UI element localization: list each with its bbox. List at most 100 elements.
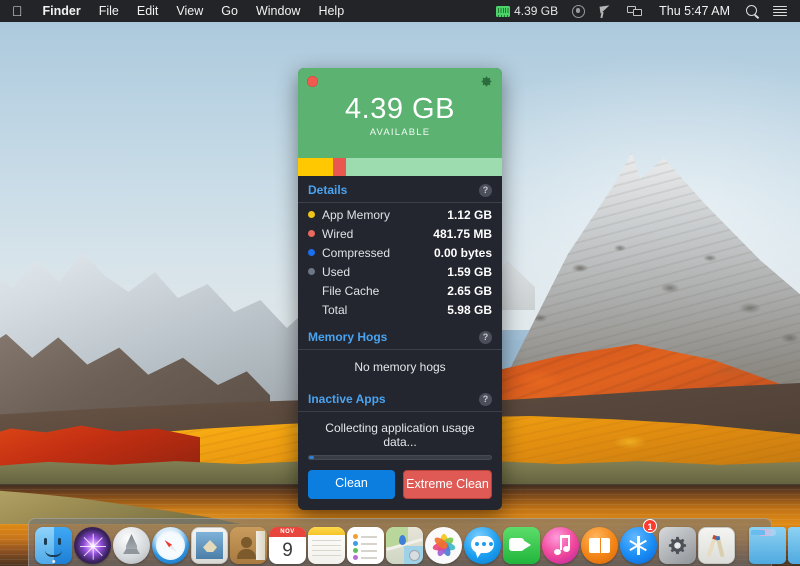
details-section-header: Details ? xyxy=(298,176,502,203)
menu-bar-app-menus:  Finder File Edit View Go Window Help xyxy=(0,0,353,22)
dock-item-app-store[interactable]: 1 xyxy=(620,519,657,564)
menu-item-window[interactable]: Window xyxy=(247,0,309,22)
spacer-dot xyxy=(308,287,315,294)
row-value: 481.75 MB xyxy=(433,226,492,241)
siri-icon xyxy=(74,527,111,564)
contacts-icon xyxy=(230,527,267,564)
clean-button[interactable]: Clean xyxy=(308,470,395,499)
row-label: Compressed xyxy=(322,245,391,260)
menu-item-file[interactable]: File xyxy=(90,0,128,22)
running-indicator xyxy=(51,559,56,563)
menu-item-view[interactable]: View xyxy=(167,0,212,22)
ram-chip-icon xyxy=(496,5,511,17)
compressed-dot xyxy=(308,249,315,256)
spotlight-button[interactable] xyxy=(739,0,766,22)
dock-item-preview[interactable] xyxy=(698,520,735,564)
progress-fill xyxy=(309,456,315,459)
used-dot xyxy=(308,268,315,275)
dock-item-safari[interactable] xyxy=(152,520,189,564)
row-value: 0.00 bytes xyxy=(433,245,492,260)
menu-bar-status-items: 4.39 GB Thu 5:47 AM xyxy=(489,0,800,22)
memory-hogs-title: Memory Hogs xyxy=(308,330,388,344)
apple-menu-icon[interactable]:  xyxy=(0,0,34,22)
dock-item-facetime[interactable] xyxy=(503,520,540,564)
memory-bar-segment-app xyxy=(298,158,333,176)
downloads-folder-icon xyxy=(788,527,800,564)
row-label: Used xyxy=(322,264,351,279)
app-store-badge: 1 xyxy=(643,519,657,533)
calendar-month: NOV xyxy=(269,527,306,537)
dock-item-contacts[interactable] xyxy=(230,520,267,564)
memory-cleaner-panel: 4.39 GB AVAILABLE Details ? App Memory 1… xyxy=(298,68,502,510)
preview-icon xyxy=(698,527,735,564)
close-button[interactable] xyxy=(307,76,318,87)
menu-item-edit[interactable]: Edit xyxy=(128,0,168,22)
optical-disc-icon xyxy=(572,4,586,18)
dock-item-downloads-folder[interactable] xyxy=(788,520,800,564)
inactive-apps-title: Inactive Apps xyxy=(308,392,386,406)
available-memory-caption: AVAILABLE xyxy=(369,127,431,139)
menu-bar-clock[interactable]: Thu 5:47 AM xyxy=(650,0,739,22)
menu-bar:  Finder File Edit View Go Window Help 4… xyxy=(0,0,800,22)
launchpad-icon xyxy=(113,527,150,564)
table-row: Used 1.59 GB xyxy=(298,262,502,281)
status-item-screen-sharing[interactable] xyxy=(620,0,650,22)
dock-item-ibooks[interactable] xyxy=(581,520,618,564)
dock-item-mail[interactable] xyxy=(191,520,228,564)
dock-item-messages[interactable] xyxy=(464,520,501,564)
menu-item-go[interactable]: Go xyxy=(212,0,247,22)
inactive-apps-section-header: Inactive Apps ? xyxy=(298,385,502,412)
dock-item-maps[interactable] xyxy=(386,520,423,564)
dock-item-launchpad[interactable] xyxy=(113,520,150,564)
calendar-icon: NOV 9 xyxy=(269,527,306,564)
row-value: 5.98 GB xyxy=(447,302,492,317)
wired-dot xyxy=(308,230,315,237)
dock-item-system-preferences[interactable] xyxy=(659,520,696,564)
memory-bar-segment-wired xyxy=(332,158,346,176)
finder-icon xyxy=(35,527,72,564)
extreme-clean-button[interactable]: Extreme Clean xyxy=(403,470,492,499)
table-row: Wired 481.75 MB xyxy=(298,224,502,243)
row-value: 1.59 GB xyxy=(447,264,492,279)
details-title: Details xyxy=(308,183,348,197)
notes-icon xyxy=(308,527,345,564)
gear-icon[interactable] xyxy=(480,75,493,88)
inactive-apps-help-icon[interactable]: ? xyxy=(479,392,492,406)
photos-icon xyxy=(425,527,462,564)
panel-header: 4.39 GB AVAILABLE xyxy=(298,68,502,158)
menu-item-help[interactable]: Help xyxy=(309,0,353,22)
safari-icon xyxy=(152,527,189,564)
system-preferences-icon xyxy=(659,527,696,564)
row-value: 2.65 GB xyxy=(447,283,492,298)
row-value: 1.12 GB xyxy=(447,207,492,222)
dock-item-calendar[interactable]: NOV 9 xyxy=(269,520,306,564)
memory-hogs-section-header: Memory Hogs ? xyxy=(298,323,502,350)
dock-item-photos[interactable] xyxy=(425,520,462,564)
facetime-icon xyxy=(503,527,540,564)
table-row: File Cache 2.65 GB xyxy=(298,281,502,300)
notification-center-button[interactable] xyxy=(766,0,794,22)
ibooks-icon xyxy=(581,527,618,564)
status-item-memory[interactable]: 4.39 GB xyxy=(489,0,565,22)
status-item-satellite[interactable] xyxy=(592,0,620,22)
dock-item-reminders[interactable] xyxy=(347,520,384,564)
table-row: Compressed 0.00 bytes xyxy=(298,243,502,262)
dock-item-finder[interactable] xyxy=(35,520,72,564)
row-label: App Memory xyxy=(322,207,391,222)
reminders-icon xyxy=(347,527,384,564)
dock-item-itunes[interactable] xyxy=(542,520,579,564)
menu-item-finder[interactable]: Finder xyxy=(34,0,90,22)
row-label: Total xyxy=(322,302,348,317)
details-help-icon[interactable]: ? xyxy=(479,183,492,197)
app-memory-dot xyxy=(308,211,315,218)
dock-item-siri[interactable] xyxy=(74,520,111,564)
dock-item-documents-folder[interactable] xyxy=(749,520,786,564)
dock-item-notes[interactable] xyxy=(308,520,345,564)
memory-hogs-help-icon[interactable]: ? xyxy=(479,330,492,344)
messages-icon xyxy=(464,527,501,564)
memory-bar-segment-free xyxy=(345,158,502,176)
desktop-screen:  Finder File Edit View Go Window Help 4… xyxy=(0,0,800,566)
search-icon xyxy=(746,4,759,18)
status-item-disc[interactable] xyxy=(565,0,592,22)
available-memory-value: 4.39 GB xyxy=(345,92,455,125)
